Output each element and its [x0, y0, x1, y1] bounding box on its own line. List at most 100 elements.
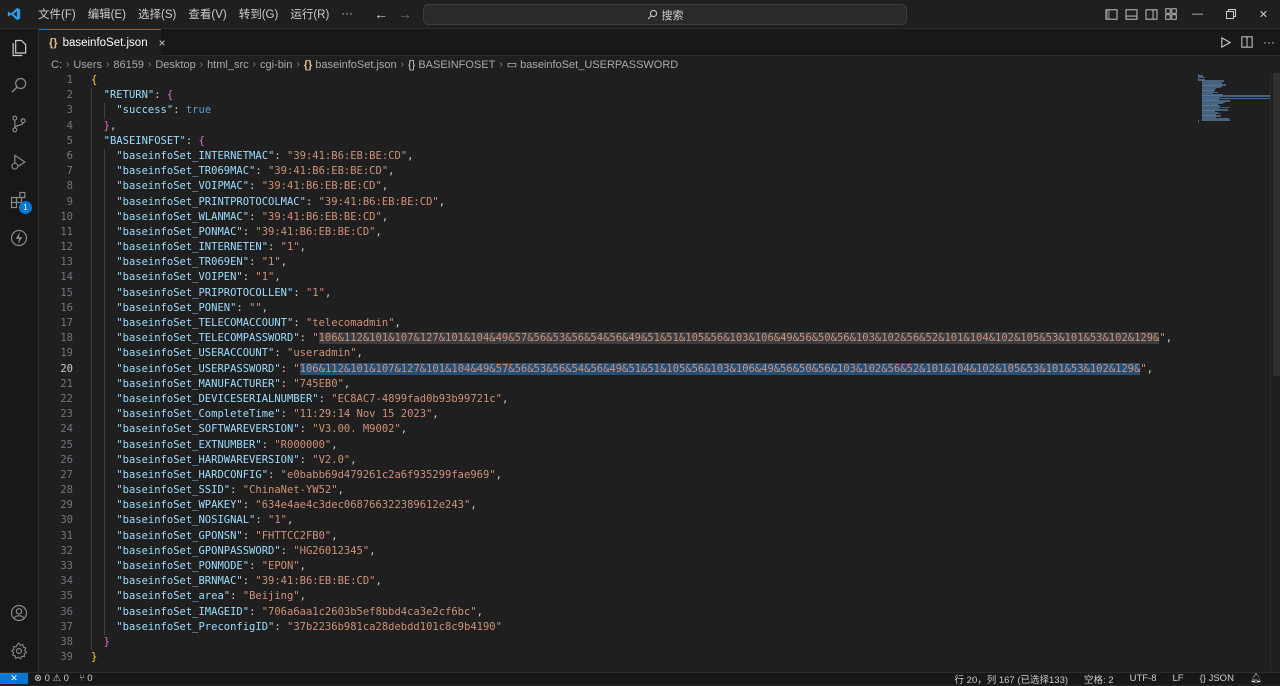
code-line[interactable]: "baseinfoSet_VOIPMAC": "39:41:B6:EB:BE:C… — [91, 179, 1211, 194]
tab-baseinfoset-json[interactable]: {} baseinfoSet.json × — [39, 29, 161, 56]
field-icon: ▭ — [507, 58, 517, 71]
close-window-icon[interactable]: ✕ — [1247, 0, 1280, 28]
code-line[interactable]: "baseinfoSet_NOSIGNAL": "1", — [91, 513, 1211, 528]
code-line[interactable]: "baseinfoSet_USERACCOUNT": "useradmin", — [91, 346, 1211, 361]
code-line[interactable]: "baseinfoSet_VOIPEN": "1", — [91, 270, 1211, 285]
customize-layout-icon[interactable] — [1161, 0, 1181, 28]
language-mode[interactable]: {} JSON — [1200, 673, 1234, 684]
code-line[interactable]: "baseinfoSet_PRIPROTOCOLLEN": "1", — [91, 286, 1211, 301]
menu-selection[interactable]: 选择(S) — [132, 6, 182, 22]
code-line[interactable]: "baseinfoSet_area": "Beijing", — [91, 589, 1211, 604]
breadcrumb-desktop[interactable]: Desktop — [155, 59, 195, 71]
code-line[interactable]: "baseinfoSet_WPAKEY": "634e4ae4c3dec0687… — [91, 498, 1211, 513]
code-line[interactable]: "baseinfoSet_TELECOMPASSWORD": "106&112&… — [91, 331, 1211, 346]
code-line[interactable]: "baseinfoSet_HARDCONFIG": "e0babb69d4792… — [91, 468, 1211, 483]
scrollbar-thumb[interactable] — [1273, 73, 1280, 376]
menu-view[interactable]: 查看(V) — [182, 6, 232, 22]
code-line[interactable]: "BASEINFOSET": { — [91, 134, 1211, 149]
code-line[interactable]: "baseinfoSet_PreconfigID": "37b2236b981c… — [91, 620, 1211, 635]
code-line[interactable]: "baseinfoSet_SSID": "ChinaNet-YW52", — [91, 483, 1211, 498]
code-line[interactable]: { — [91, 73, 1211, 88]
minimap-line — [1202, 119, 1230, 121]
code-editor[interactable]: 1234567891011121314151617181920212223242… — [39, 73, 1269, 671]
lightning-icon[interactable] — [0, 219, 38, 257]
split-editor-icon[interactable] — [1236, 29, 1258, 55]
code-line[interactable]: "baseinfoSet_TR069MAC": "39:41:B6:EB:BE:… — [91, 164, 1211, 179]
command-center-search[interactable]: 搜索 — [423, 4, 907, 25]
code-line[interactable]: "baseinfoSet_PONMODE": "EPON", — [91, 559, 1211, 574]
back-arrow-icon[interactable]: ← — [374, 6, 388, 22]
code-line[interactable]: "baseinfoSet_PRINTPROTOCOLMAC": "39:41:B… — [91, 195, 1211, 210]
forward-arrow-icon[interactable]: → — [398, 6, 412, 22]
code-line[interactable]: "baseinfoSet_GPONPASSWORD": "HG26012345"… — [91, 544, 1211, 559]
code-line[interactable]: }, — [91, 119, 1211, 134]
accounts-icon[interactable] — [0, 594, 38, 632]
code-line[interactable]: "RETURN": { — [91, 88, 1211, 103]
code-line[interactable]: "baseinfoSet_INTERNETEN": "1", — [91, 240, 1211, 255]
problems-indicator[interactable]: ⊗ 0 ⚠ 0 — [34, 673, 69, 684]
more-actions-icon[interactable]: ··· — [1258, 29, 1280, 55]
indent-guide — [104, 346, 105, 361]
toggle-secondary-sidebar-icon[interactable] — [1141, 0, 1161, 28]
indentation[interactable]: 空格: 2 — [1084, 672, 1114, 686]
menu-go[interactable]: 转到(G) — [233, 6, 285, 22]
explorer-icon[interactable] — [0, 29, 38, 67]
menu-edit[interactable]: 编辑(E) — [82, 6, 132, 22]
minimap[interactable] — [1196, 74, 1270, 134]
code-line[interactable]: "baseinfoSet_TR069EN": "1", — [91, 255, 1211, 270]
code-area[interactable]: { "RETURN": { "success": true }, "BASEIN… — [91, 73, 1211, 665]
breadcrumb-user[interactable]: 86159 — [113, 59, 144, 71]
minimize-icon[interactable]: — — [1181, 0, 1214, 28]
settings-gear-icon[interactable] — [0, 632, 38, 670]
code-line[interactable]: "baseinfoSet_TELECOMACCOUNT": "telecomad… — [91, 316, 1211, 331]
menu-file[interactable]: 文件(F) — [32, 6, 82, 22]
code-line[interactable]: "baseinfoSet_GPONSN": "FHTTCC2FB0", — [91, 529, 1211, 544]
notifications-bell-icon[interactable]: 🔔︎ — [1250, 673, 1262, 684]
code-line[interactable]: "baseinfoSet_USERPASSWORD": "106&112&101… — [91, 362, 1211, 377]
search-view-icon[interactable] — [0, 67, 38, 105]
run-file-icon[interactable] — [1214, 29, 1236, 55]
close-tab-icon[interactable]: × — [159, 36, 166, 50]
menu-run[interactable]: 运行(R) — [284, 6, 335, 22]
cursor-position[interactable]: 行 20，列 167 (已选择133) — [955, 672, 1069, 686]
remote-indicator-icon[interactable]: ✕ — [0, 673, 28, 684]
breadcrumb-html-src[interactable]: html_src — [207, 59, 249, 71]
breadcrumb-cgi-bin[interactable]: cgi-bin — [260, 59, 292, 71]
code-line[interactable]: "baseinfoSet_WLANMAC": "39:41:B6:EB:BE:C… — [91, 210, 1211, 225]
code-line[interactable]: "baseinfoSet_PONMAC": "39:41:B6:EB:BE:CD… — [91, 225, 1211, 240]
indent-guide — [91, 88, 92, 103]
breadcrumb-drive[interactable]: C: — [51, 59, 62, 71]
code-line[interactable]: } — [91, 635, 1211, 650]
code-line[interactable]: } — [91, 650, 1211, 665]
indent-guide — [91, 164, 92, 179]
ports-indicator[interactable]: ⑂ 0 — [79, 673, 93, 684]
run-and-debug-icon[interactable] — [0, 143, 38, 181]
code-line[interactable]: "baseinfoSet_DEVICESERIALNUMBER": "EC8AC… — [91, 392, 1211, 407]
source-control-icon[interactable] — [0, 105, 38, 143]
vertical-scrollbar[interactable] — [1270, 73, 1280, 671]
breadcrumb-users[interactable]: Users — [73, 59, 102, 71]
indent-guide — [91, 134, 92, 149]
extensions-icon[interactable] — [0, 181, 38, 219]
code-line[interactable]: "baseinfoSet_HARDWAREVERSION": "V2.0", — [91, 453, 1211, 468]
breadcrumb-file[interactable]: baseinfoSet.json — [315, 59, 396, 71]
end-of-line[interactable]: LF — [1173, 673, 1184, 684]
code-line[interactable]: "baseinfoSet_PONEN": "", — [91, 301, 1211, 316]
restore-icon[interactable] — [1214, 0, 1247, 28]
code-line[interactable]: "baseinfoSet_IMAGEID": "706a6aa1c2603b5e… — [91, 605, 1211, 620]
indent-guide — [91, 103, 92, 118]
code-line[interactable]: "baseinfoSet_SOFTWAREVERSION": "V3.00. M… — [91, 422, 1211, 437]
toggle-primary-sidebar-icon[interactable] — [1101, 0, 1121, 28]
toggle-panel-icon[interactable] — [1121, 0, 1141, 28]
breadcrumb: C:› Users› 86159› Desktop› html_src› cgi… — [39, 56, 1280, 73]
code-line[interactable]: "success": true — [91, 103, 1211, 118]
breadcrumb-field[interactable]: baseinfoSet_USERPASSWORD — [520, 59, 678, 71]
breadcrumb-object[interactable]: BASEINFOSET — [418, 59, 495, 71]
code-line[interactable]: "baseinfoSet_BRNMAC": "39:41:B6:EB:BE:CD… — [91, 574, 1211, 589]
encoding[interactable]: UTF-8 — [1130, 673, 1157, 684]
menu-more[interactable]: ··· — [335, 8, 359, 20]
code-line[interactable]: "baseinfoSet_INTERNETMAC": "39:41:B6:EB:… — [91, 149, 1211, 164]
code-line[interactable]: "baseinfoSet_MANUFACTURER": "745EB0", — [91, 377, 1211, 392]
code-line[interactable]: "baseinfoSet_CompleteTime": "11:29:14 No… — [91, 407, 1211, 422]
code-line[interactable]: "baseinfoSet_EXTNUMBER": "R000000", — [91, 438, 1211, 453]
